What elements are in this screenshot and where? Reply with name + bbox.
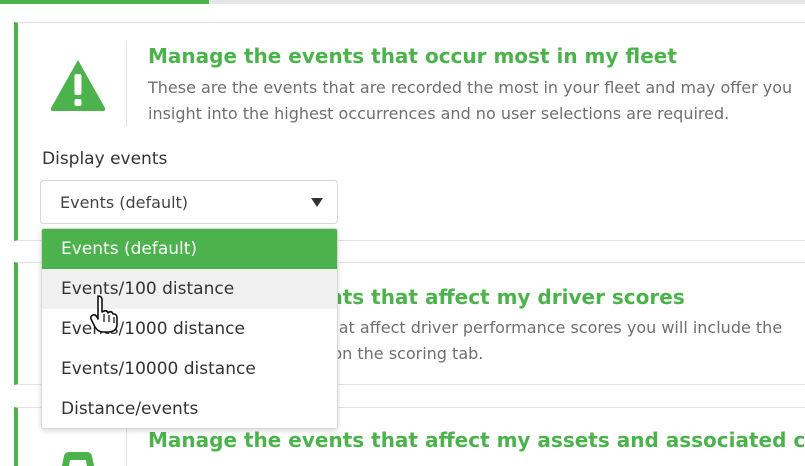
option-distance-per-events[interactable]: Distance/events: [42, 389, 337, 428]
progress-track: [0, 0, 805, 4]
card-most-occurring-events[interactable]: Manage the events that occur most in my …: [14, 22, 805, 241]
card-title: Manage the events that occur most in my …: [148, 44, 677, 68]
display-events-options[interactable]: Events (default) Events/100 distance Eve…: [41, 228, 338, 429]
option-events-default[interactable]: Events (default): [42, 229, 337, 269]
option-events-per-1000-distance[interactable]: Events/1000 distance: [42, 309, 337, 349]
card-description: These are the events that are recorded t…: [148, 78, 793, 123]
progress-fill: [0, 0, 210, 4]
asset-icon: [62, 452, 94, 466]
option-events-per-100-distance[interactable]: Events/100 distance: [42, 269, 337, 309]
page: Manage the events that occur most in my …: [0, 0, 805, 466]
warning-triangle-icon: [50, 60, 106, 111]
card-title: Manage the events that affect my assets …: [148, 428, 805, 452]
display-events-selected-value: Events (default): [60, 193, 189, 212]
hand-pointer-icon: [89, 295, 118, 333]
display-events-label: Display events: [42, 149, 168, 169]
card-icon-column: [18, 41, 127, 126]
display-events-select[interactable]: Events (default): [40, 180, 338, 224]
chevron-down-icon[interactable]: [311, 198, 323, 207]
option-events-per-10000-distance[interactable]: Events/10000 distance: [42, 349, 337, 389]
